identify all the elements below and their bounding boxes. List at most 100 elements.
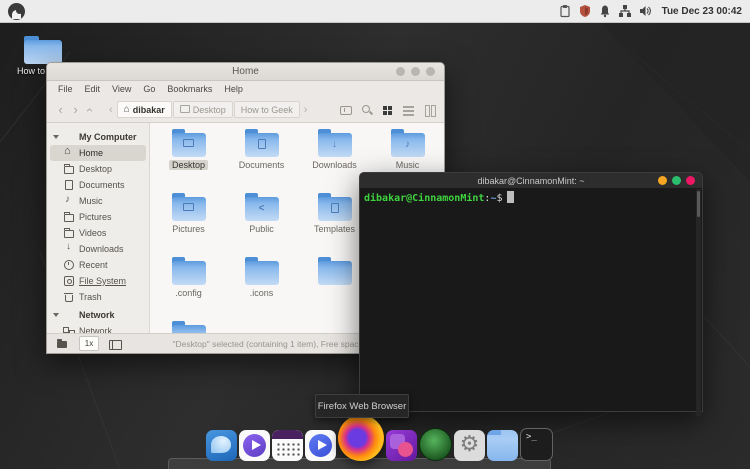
dock-icon-settings[interactable]	[454, 430, 485, 461]
sidebar-item-icon	[63, 309, 75, 321]
breadcrumb: ‹ dibakar Desktop How to Geek ›	[106, 101, 310, 118]
terminal-body[interactable]: dibakar@CinnamonMint:~$	[360, 188, 702, 417]
close-button[interactable]	[686, 176, 695, 185]
sidebar-item-icon	[63, 131, 75, 143]
sidebar-item-icon	[63, 227, 75, 239]
close-button[interactable]	[426, 67, 435, 76]
folder-tile[interactable]: Public	[225, 191, 298, 255]
folder-label: Desktop	[169, 160, 208, 170]
compact-view-icon[interactable]	[424, 104, 436, 116]
sidebar-item-label: Trash	[79, 292, 102, 302]
sidebar-item[interactable]: Pictures	[47, 209, 149, 225]
folder-label: Downloads	[309, 160, 360, 170]
menu-item[interactable]: File	[53, 83, 78, 95]
folder-emblem-icon	[172, 139, 206, 151]
bell-icon[interactable]	[598, 4, 612, 18]
back-button[interactable]: ‹	[53, 100, 68, 120]
menu-item[interactable]: Go	[138, 83, 160, 95]
breadcrumb-icon	[180, 105, 193, 115]
dock-icon-media-player[interactable]	[239, 430, 270, 461]
search-icon[interactable]	[361, 104, 373, 116]
folder-tile[interactable]: Documents	[225, 127, 298, 191]
clock[interactable]: Tue Dec 23 00:42	[662, 6, 742, 17]
toolbar: ‹ › ‹ ‹ dibakar Desktop How to Geek ›	[47, 97, 444, 123]
sidebar-item[interactable]: Trash	[47, 289, 149, 305]
network-icon[interactable]	[618, 4, 632, 18]
folder-tile[interactable]: Pictures	[152, 191, 225, 255]
sidebar-item[interactable]: Network	[47, 307, 149, 323]
sidebar-item-label: Documents	[79, 180, 125, 190]
update-shield-icon[interactable]	[578, 4, 592, 18]
menu-item[interactable]: View	[107, 83, 136, 95]
minimize-button[interactable]	[658, 176, 667, 185]
maximize-button[interactable]	[411, 67, 420, 76]
terminal-window: dibakar@CinnamonMint: ~ dibakar@Cinnamon…	[359, 172, 703, 412]
folder-icon	[24, 36, 62, 64]
sidebar-item-label: Network	[79, 310, 115, 320]
folder-tile[interactable]: .config	[152, 255, 225, 319]
dock-icon-screenshot-tool[interactable]	[386, 430, 417, 461]
sidebar-item-label: Music	[79, 196, 103, 206]
grid-view-icon[interactable]	[382, 104, 394, 116]
toggle-location-entry-icon[interactable]	[340, 104, 352, 116]
folder-label: Public	[246, 224, 277, 234]
terminal-title-bar[interactable]: dibakar@CinnamonMint: ~	[360, 173, 702, 188]
sidebar-item-icon	[63, 211, 75, 223]
sidebar-item[interactable]: Downloads	[47, 241, 149, 257]
clipboard-icon[interactable]	[558, 4, 572, 18]
sidebar-item-icon	[63, 147, 75, 159]
minimize-button[interactable]	[396, 67, 405, 76]
menu-item[interactable]: Edit	[80, 83, 106, 95]
crumb-scroll-right-icon[interactable]: ›	[301, 104, 311, 116]
sidebar-item-label: Home	[79, 148, 103, 158]
sidebar-item-label: Network	[79, 326, 112, 333]
menu-item[interactable]: Bookmarks	[162, 83, 217, 95]
folder-emblem-icon	[245, 139, 279, 153]
sidebar-item[interactable]: Desktop	[47, 161, 149, 177]
dock-icon-calendar[interactable]	[272, 430, 303, 461]
sidebar-item[interactable]: Home	[50, 145, 146, 161]
dock-icon-media-player-blue[interactable]	[305, 430, 336, 461]
dock-icon-file-manager[interactable]	[487, 430, 518, 461]
menu-button[interactable]	[8, 3, 25, 20]
title-bar[interactable]: Home	[47, 63, 444, 81]
prompt-user-host: dibakar@CinnamonMint	[364, 193, 484, 204]
breadcrumb-item[interactable]: Desktop	[173, 101, 233, 118]
folder-tile[interactable]	[152, 319, 225, 333]
sidebar-item[interactable]: File System	[47, 273, 149, 289]
sidebar-item[interactable]: Recent	[47, 257, 149, 273]
dock-icon-messaging-app[interactable]	[206, 430, 237, 461]
crumb-scroll-left-icon[interactable]: ‹	[106, 104, 116, 116]
menu-item[interactable]: Help	[219, 83, 248, 95]
terminal-scrollbar[interactable]	[696, 189, 701, 416]
folder-icon	[245, 257, 279, 285]
window-title: Home	[47, 66, 444, 77]
show-places-icon[interactable]	[55, 337, 71, 351]
maximize-button[interactable]	[672, 176, 681, 185]
dock	[206, 415, 553, 461]
folder-label: Templates	[311, 224, 358, 234]
dock-icon-firefox[interactable]	[338, 415, 384, 461]
sidebar-item[interactable]: Music	[47, 193, 149, 209]
sidebar-item-icon	[63, 275, 75, 287]
toggle-pane-icon[interactable]	[107, 337, 123, 351]
zoom-level-button[interactable]: 1x	[79, 336, 99, 351]
dock-icon-terminal[interactable]	[520, 428, 553, 461]
dock-icon-green-orb-app[interactable]	[419, 428, 452, 461]
list-view-icon[interactable]	[403, 104, 415, 116]
sidebar-item[interactable]: Videos	[47, 225, 149, 241]
folder-icon	[391, 129, 425, 157]
breadcrumb-item[interactable]: dibakar	[117, 101, 172, 118]
folder-label: .config	[172, 288, 205, 298]
sidebar-item[interactable]: My Computer	[47, 129, 149, 145]
menu-bar: FileEditViewGoBookmarksHelp	[47, 81, 444, 97]
folder-tile[interactable]: .icons	[225, 255, 298, 319]
breadcrumb-item[interactable]: How to Geek	[234, 101, 300, 118]
folder-tile[interactable]: Desktop	[152, 127, 225, 191]
sidebar-item[interactable]: Network	[47, 323, 149, 333]
sidebar-item-label: Desktop	[79, 164, 112, 174]
folder-icon	[245, 129, 279, 157]
volume-icon[interactable]	[638, 4, 652, 18]
sidebar-item[interactable]: Documents	[47, 177, 149, 193]
up-button[interactable]: ‹	[83, 100, 98, 120]
